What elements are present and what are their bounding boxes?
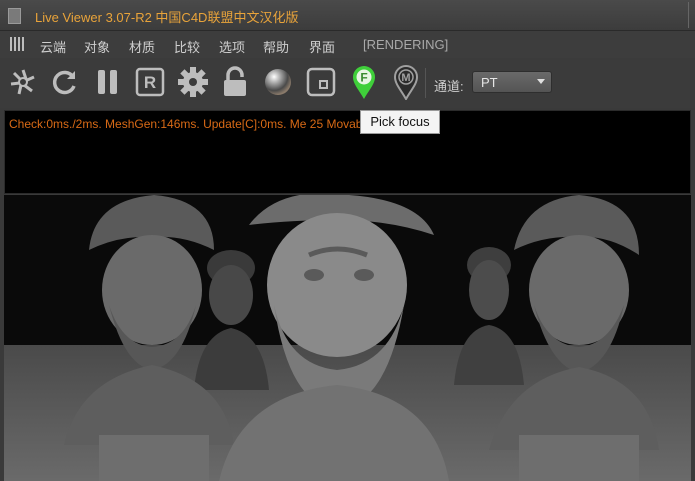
pick-focus-icon[interactable]: F [347, 65, 381, 99]
focus-letter: F [360, 71, 367, 85]
channel-value: PT [481, 75, 498, 90]
chevron-down-icon [537, 79, 545, 84]
region-icon[interactable]: R [133, 65, 167, 99]
stats-panel: Check:0ms./2ms. MeshGen:146ms. Update[C]… [4, 110, 691, 194]
stats-line: Check:0ms./2ms. MeshGen:146ms. Update[C]… [9, 117, 402, 131]
menu-help[interactable]: 帮助 [263, 37, 289, 56]
material-letter: M [401, 72, 410, 84]
pick-material-icon[interactable]: M [389, 65, 423, 100]
channel-label: 通道: [434, 79, 464, 94]
material-sphere-icon[interactable] [261, 65, 295, 99]
window-frame-edge [688, 2, 695, 28]
menu-interface[interactable]: 界面 [309, 37, 335, 56]
menu-bar: 云端 对象 材质 比较 选项 帮助 界面 [RENDERING] [0, 31, 695, 58]
settings-gear-icon[interactable] [176, 65, 210, 99]
bust-left [64, 195, 234, 481]
bust-right [489, 195, 659, 481]
menu-compare[interactable]: 比较 [174, 37, 200, 56]
toolbar: R F M 通道: PT [0, 58, 695, 108]
pause-icon[interactable] [91, 65, 125, 99]
menu-cloud[interactable]: 云端 [40, 37, 66, 56]
toolbar-separator [425, 68, 426, 98]
menu-materials[interactable]: 材质 [129, 37, 155, 56]
render-status: [RENDERING] [363, 37, 449, 52]
window-title: Live Viewer 3.07-R2 中国C4D联盟中文汉化版 [35, 10, 299, 25]
menu-options[interactable]: 选项 [219, 37, 245, 56]
window-menu-icon[interactable] [8, 8, 21, 24]
lock-icon[interactable] [218, 65, 252, 99]
title-bar: Live Viewer 3.07-R2 中国C4D联盟中文汉化版 [0, 0, 695, 31]
menu-grip-icon[interactable] [10, 37, 24, 51]
clay-region-icon[interactable] [304, 65, 338, 99]
tooltip: Pick focus [360, 110, 440, 134]
menu-objects[interactable]: 对象 [84, 37, 110, 56]
aperture-icon[interactable] [6, 65, 40, 99]
channel-select[interactable]: PT [472, 71, 552, 93]
region-letter: R [144, 73, 156, 92]
restart-icon[interactable] [48, 65, 82, 99]
bust-center [219, 195, 449, 481]
render-viewport[interactable] [4, 195, 691, 481]
